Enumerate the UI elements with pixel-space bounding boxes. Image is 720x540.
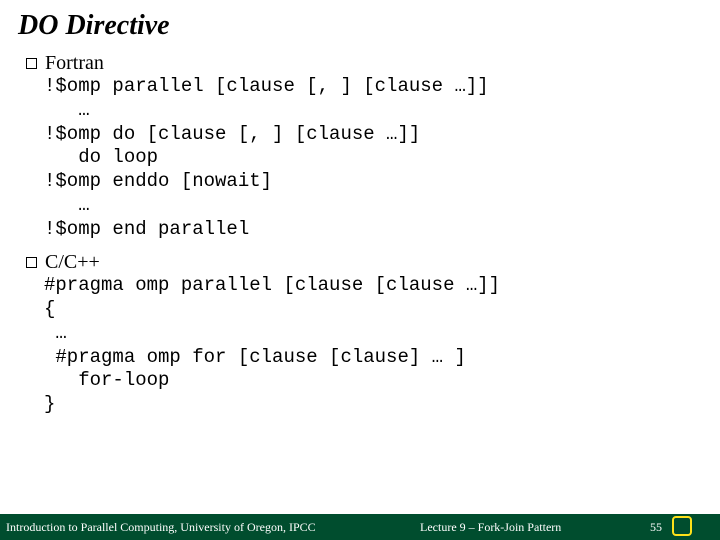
lang-label-c: C/C++: [45, 251, 100, 274]
oregon-logo-icon: [670, 516, 714, 538]
code-block-fortran: !$omp parallel [clause [, ] [clause …]] …: [44, 75, 702, 241]
code-block-c: #pragma omp parallel [clause [clause …]]…: [44, 274, 702, 417]
bullet-item-fortran: Fortran: [26, 52, 702, 75]
footer-page-number: 55: [650, 520, 662, 535]
slide-title: DO Directive: [0, 0, 720, 52]
footer-bar: Introduction to Parallel Computing, Univ…: [0, 514, 720, 540]
content-area: Fortran !$omp parallel [clause [, ] [cla…: [0, 52, 720, 417]
lang-label-fortran: Fortran: [45, 52, 104, 75]
bullet-icon: [26, 257, 37, 268]
bullet-icon: [26, 58, 37, 69]
bullet-item-c: C/C++: [26, 251, 702, 274]
footer-center-text: Lecture 9 – Fork-Join Pattern: [420, 520, 561, 535]
footer-left-text: Introduction to Parallel Computing, Univ…: [0, 520, 316, 535]
